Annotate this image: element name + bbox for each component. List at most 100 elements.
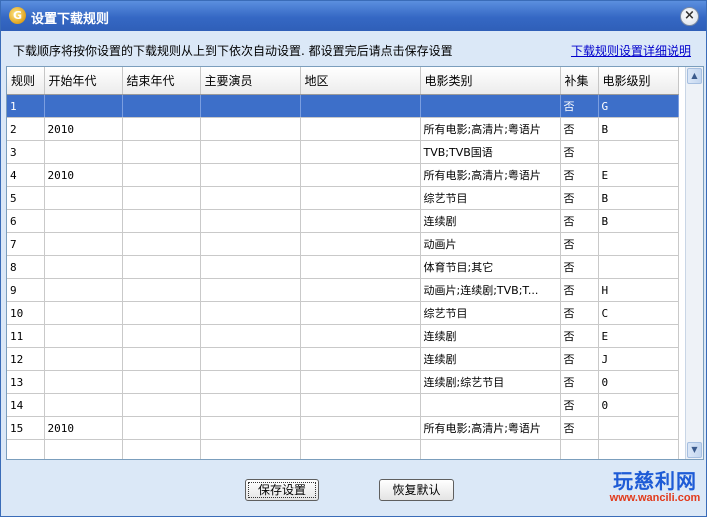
table-cell[interactable]: 否 (560, 255, 599, 279)
table-cell[interactable]: TVB;TVB国语 (420, 140, 561, 164)
table-cell[interactable] (122, 209, 201, 233)
table-cell[interactable] (420, 393, 561, 417)
table-cell[interactable]: 11 (7, 324, 45, 348)
table-cell[interactable] (598, 255, 679, 279)
table-cell[interactable]: 动画片 (420, 232, 561, 256)
table-cell[interactable] (200, 347, 301, 371)
table-cell[interactable]: 否 (560, 347, 599, 371)
table-row[interactable]: 5 综艺节目否 B (7, 186, 679, 210)
table-cell[interactable] (300, 255, 421, 279)
table-cell[interactable] (44, 439, 123, 459)
table-cell[interactable] (560, 439, 599, 459)
table-cell[interactable] (300, 347, 421, 371)
table-cell[interactable] (122, 186, 201, 210)
table-cell[interactable]: 15 (7, 416, 45, 440)
table-cell[interactable] (200, 94, 301, 118)
table-cell[interactable] (44, 370, 123, 394)
table-cell[interactable]: B (598, 186, 679, 210)
table-cell[interactable] (122, 117, 201, 141)
table-cell[interactable] (300, 416, 421, 440)
column-header[interactable]: 主要演员 (200, 67, 301, 95)
table-cell[interactable]: E (598, 324, 679, 348)
save-settings-button[interactable]: 保存设置 (245, 479, 319, 501)
table-cell[interactable]: 否 (560, 301, 599, 325)
table-cell[interactable] (200, 324, 301, 348)
title-bar[interactable]: G 设置下载规则 × (1, 1, 706, 31)
table-cell[interactable]: H (598, 278, 679, 302)
table-row[interactable]: 7 动画片否 (7, 232, 679, 256)
table-cell[interactable] (300, 301, 421, 325)
table-cell[interactable] (300, 94, 421, 118)
table-row[interactable]: 13 连续剧;综艺节目否 0 (7, 370, 679, 394)
close-icon[interactable]: × (680, 7, 699, 26)
table-cell[interactable]: 连续剧 (420, 347, 561, 371)
table-cell[interactable]: E (598, 163, 679, 187)
column-header[interactable]: 补集 (560, 67, 599, 95)
table-cell[interactable] (44, 140, 123, 164)
table-cell[interactable]: 否 (560, 94, 599, 118)
table-cell[interactable] (598, 232, 679, 256)
table-row[interactable]: 14 否 0 (7, 393, 679, 417)
table-cell[interactable] (200, 117, 301, 141)
table-cell[interactable]: 2010 (44, 163, 123, 187)
table-cell[interactable]: 否 (560, 117, 599, 141)
table-cell[interactable] (44, 255, 123, 279)
table-row[interactable]: 9 动画片;连续剧;TVB;T... 否 H (7, 278, 679, 302)
table-cell[interactable]: 否 (560, 324, 599, 348)
table-cell[interactable]: 所有电影;高清片;粤语片 (420, 416, 561, 440)
table-cell[interactable]: 否 (560, 232, 599, 256)
table-cell[interactable] (122, 94, 201, 118)
column-header[interactable]: 电影级别 (598, 67, 679, 95)
table-cell[interactable]: B (598, 209, 679, 233)
table-cell[interactable] (200, 163, 301, 187)
table-cell[interactable]: 否 (560, 186, 599, 210)
table-cell[interactable]: 体育节目;其它 (420, 255, 561, 279)
table-cell[interactable]: 4 (7, 163, 45, 187)
table-cell[interactable] (122, 255, 201, 279)
column-header[interactable]: 规则 (7, 67, 45, 95)
table-cell[interactable]: 8 (7, 255, 45, 279)
table-row[interactable]: 15 2010 所有电影;高清片;粤语片否 (7, 416, 679, 440)
table-cell[interactable] (122, 232, 201, 256)
table-cell[interactable] (122, 301, 201, 325)
table-cell[interactable] (200, 140, 301, 164)
table-cell[interactable] (200, 301, 301, 325)
table-cell[interactable] (300, 117, 421, 141)
help-link[interactable]: 下载规则设置详细说明 (571, 42, 691, 59)
table-cell[interactable]: J (598, 347, 679, 371)
table-cell[interactable] (300, 232, 421, 256)
table-cell[interactable]: 否 (560, 209, 599, 233)
table-cell[interactable] (44, 347, 123, 371)
column-header[interactable]: 地区 (300, 67, 421, 95)
scroll-down-arrow-icon[interactable]: ▼ (687, 442, 702, 458)
table-cell[interactable] (200, 416, 301, 440)
table-cell[interactable]: 2 (7, 117, 45, 141)
table-cell[interactable] (44, 301, 123, 325)
table-cell[interactable]: 7 (7, 232, 45, 256)
table-cell[interactable]: 否 (560, 278, 599, 302)
column-header[interactable]: 电影类别 (420, 67, 561, 95)
table-cell[interactable] (598, 439, 679, 459)
table-cell[interactable] (122, 140, 201, 164)
table-row[interactable]: 10 综艺节目否 C (7, 301, 679, 325)
table-cell[interactable] (200, 232, 301, 256)
table-cell[interactable] (420, 94, 561, 118)
table-row[interactable]: 2 2010 所有电影;高清片;粤语片否 B (7, 117, 679, 141)
table-cell[interactable]: 6 (7, 209, 45, 233)
table-cell[interactable]: 否 (560, 416, 599, 440)
table-cell[interactable] (44, 94, 123, 118)
table-row[interactable]: 4 2010 所有电影;高清片;粤语片否 E (7, 163, 679, 187)
table-cell[interactable]: G (598, 94, 679, 118)
table-cell[interactable]: 否 (560, 370, 599, 394)
table-cell[interactable]: 动画片;连续剧;TVB;T... (420, 278, 561, 302)
table-cell[interactable] (122, 439, 201, 459)
table-cell[interactable] (122, 416, 201, 440)
table-row[interactable]: 6 连续剧否 B (7, 209, 679, 233)
table-cell[interactable] (44, 324, 123, 348)
table-cell[interactable] (44, 232, 123, 256)
table-cell[interactable]: 2010 (44, 117, 123, 141)
table-cell[interactable] (122, 370, 201, 394)
table-cell[interactable]: 3 (7, 140, 45, 164)
table-cell[interactable]: 否 (560, 393, 599, 417)
table-cell[interactable]: 综艺节目 (420, 186, 561, 210)
